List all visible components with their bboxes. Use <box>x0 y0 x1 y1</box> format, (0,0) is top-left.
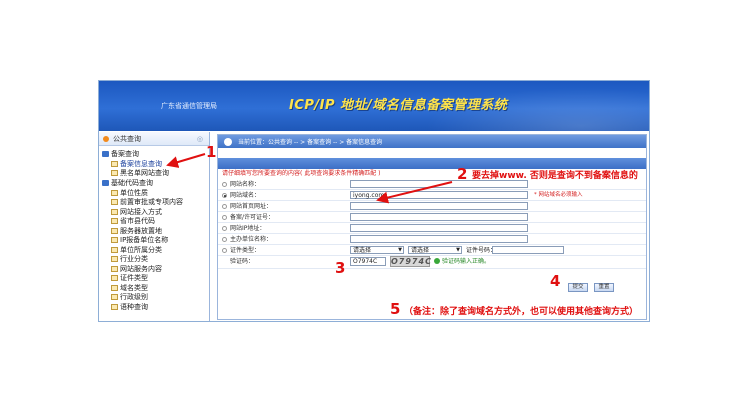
annotation-5-text: （备注：除了查询域名方式外，也可以使用其他查询方式） <box>404 307 639 317</box>
annotation-arrows <box>166 153 453 204</box>
annotation-1: 1 <box>206 143 217 161</box>
arrow-1 <box>166 153 206 168</box>
annotation-5: 5 <box>390 300 401 318</box>
annotation-2: 2 <box>457 165 468 183</box>
annotation-2-text: 要去掉www. 否则是查询不到备案信息的 <box>472 171 638 181</box>
annotation-3: 3 <box>335 259 346 277</box>
annotation-4: 4 <box>550 272 561 290</box>
arrow-2 <box>376 181 453 204</box>
